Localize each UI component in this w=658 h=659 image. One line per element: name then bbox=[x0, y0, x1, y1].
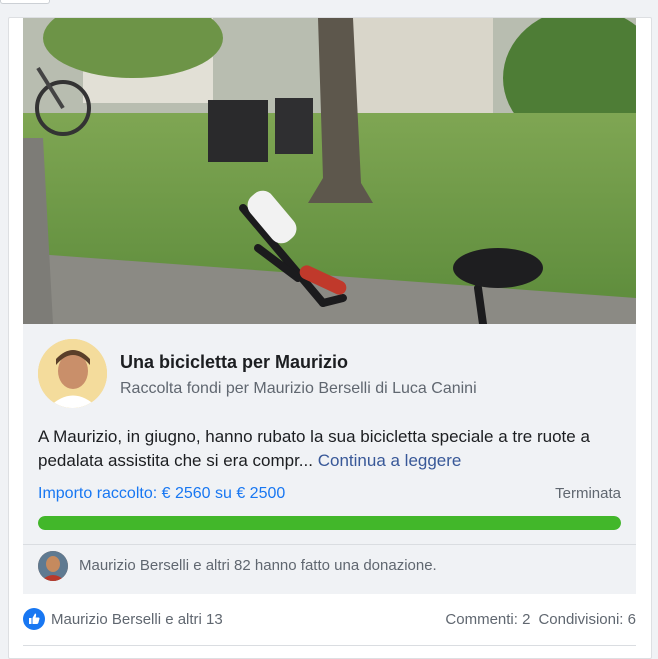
donor-avatar-image bbox=[38, 551, 68, 581]
like-reaction-icon[interactable] bbox=[23, 608, 45, 630]
fundraiser-subtitle: Raccolta fondi per Maurizio Berselli di … bbox=[120, 380, 477, 397]
donations-summary[interactable]: Maurizio Berselli e altri 82 hanno fatto… bbox=[79, 557, 437, 574]
organizer-avatar-image bbox=[38, 339, 107, 408]
comments-count[interactable]: Commenti: 2 bbox=[445, 611, 530, 628]
fundraiser-description: A Maurizio, in giugno, hanno rubato la s… bbox=[38, 425, 628, 473]
fundraiser-status: Terminata bbox=[555, 485, 621, 502]
fundraiser-title[interactable]: Una bicicletta per Maurizio bbox=[120, 352, 348, 373]
amount-raised: Importo raccolto: € 2560 su € 2500 bbox=[38, 485, 286, 502]
fundraiser-post-card: Una bicicletta per Maurizio Raccolta fon… bbox=[8, 17, 652, 659]
likes-summary[interactable]: Maurizio Berselli e altri 13 bbox=[51, 611, 223, 628]
continue-reading-link[interactable]: Continua a leggere bbox=[318, 451, 462, 470]
footer-divider bbox=[23, 645, 636, 646]
cover-photo-illustration bbox=[23, 18, 636, 324]
divider bbox=[23, 544, 636, 545]
engagement-counts: Commenti: 2 Condivisioni: 6 bbox=[445, 611, 636, 628]
shares-count[interactable]: Condivisioni: 6 bbox=[538, 611, 636, 628]
fundraiser-progress-bar bbox=[38, 516, 621, 530]
top-bar-edge bbox=[0, 0, 50, 4]
progress-fill bbox=[38, 516, 621, 530]
description-text: A Maurizio, in giugno, hanno rubato la s… bbox=[38, 427, 590, 470]
donor-avatar[interactable] bbox=[38, 551, 68, 581]
fundraiser-cover-photo[interactable] bbox=[23, 18, 636, 324]
post-reactions-bar: Maurizio Berselli e altri 13 Commenti: 2… bbox=[23, 604, 636, 634]
organizer-avatar[interactable] bbox=[38, 339, 107, 408]
fundraiser-info-panel[interactable]: Una bicicletta per Maurizio Raccolta fon… bbox=[23, 324, 636, 594]
thumbs-up-icon bbox=[29, 613, 40, 624]
